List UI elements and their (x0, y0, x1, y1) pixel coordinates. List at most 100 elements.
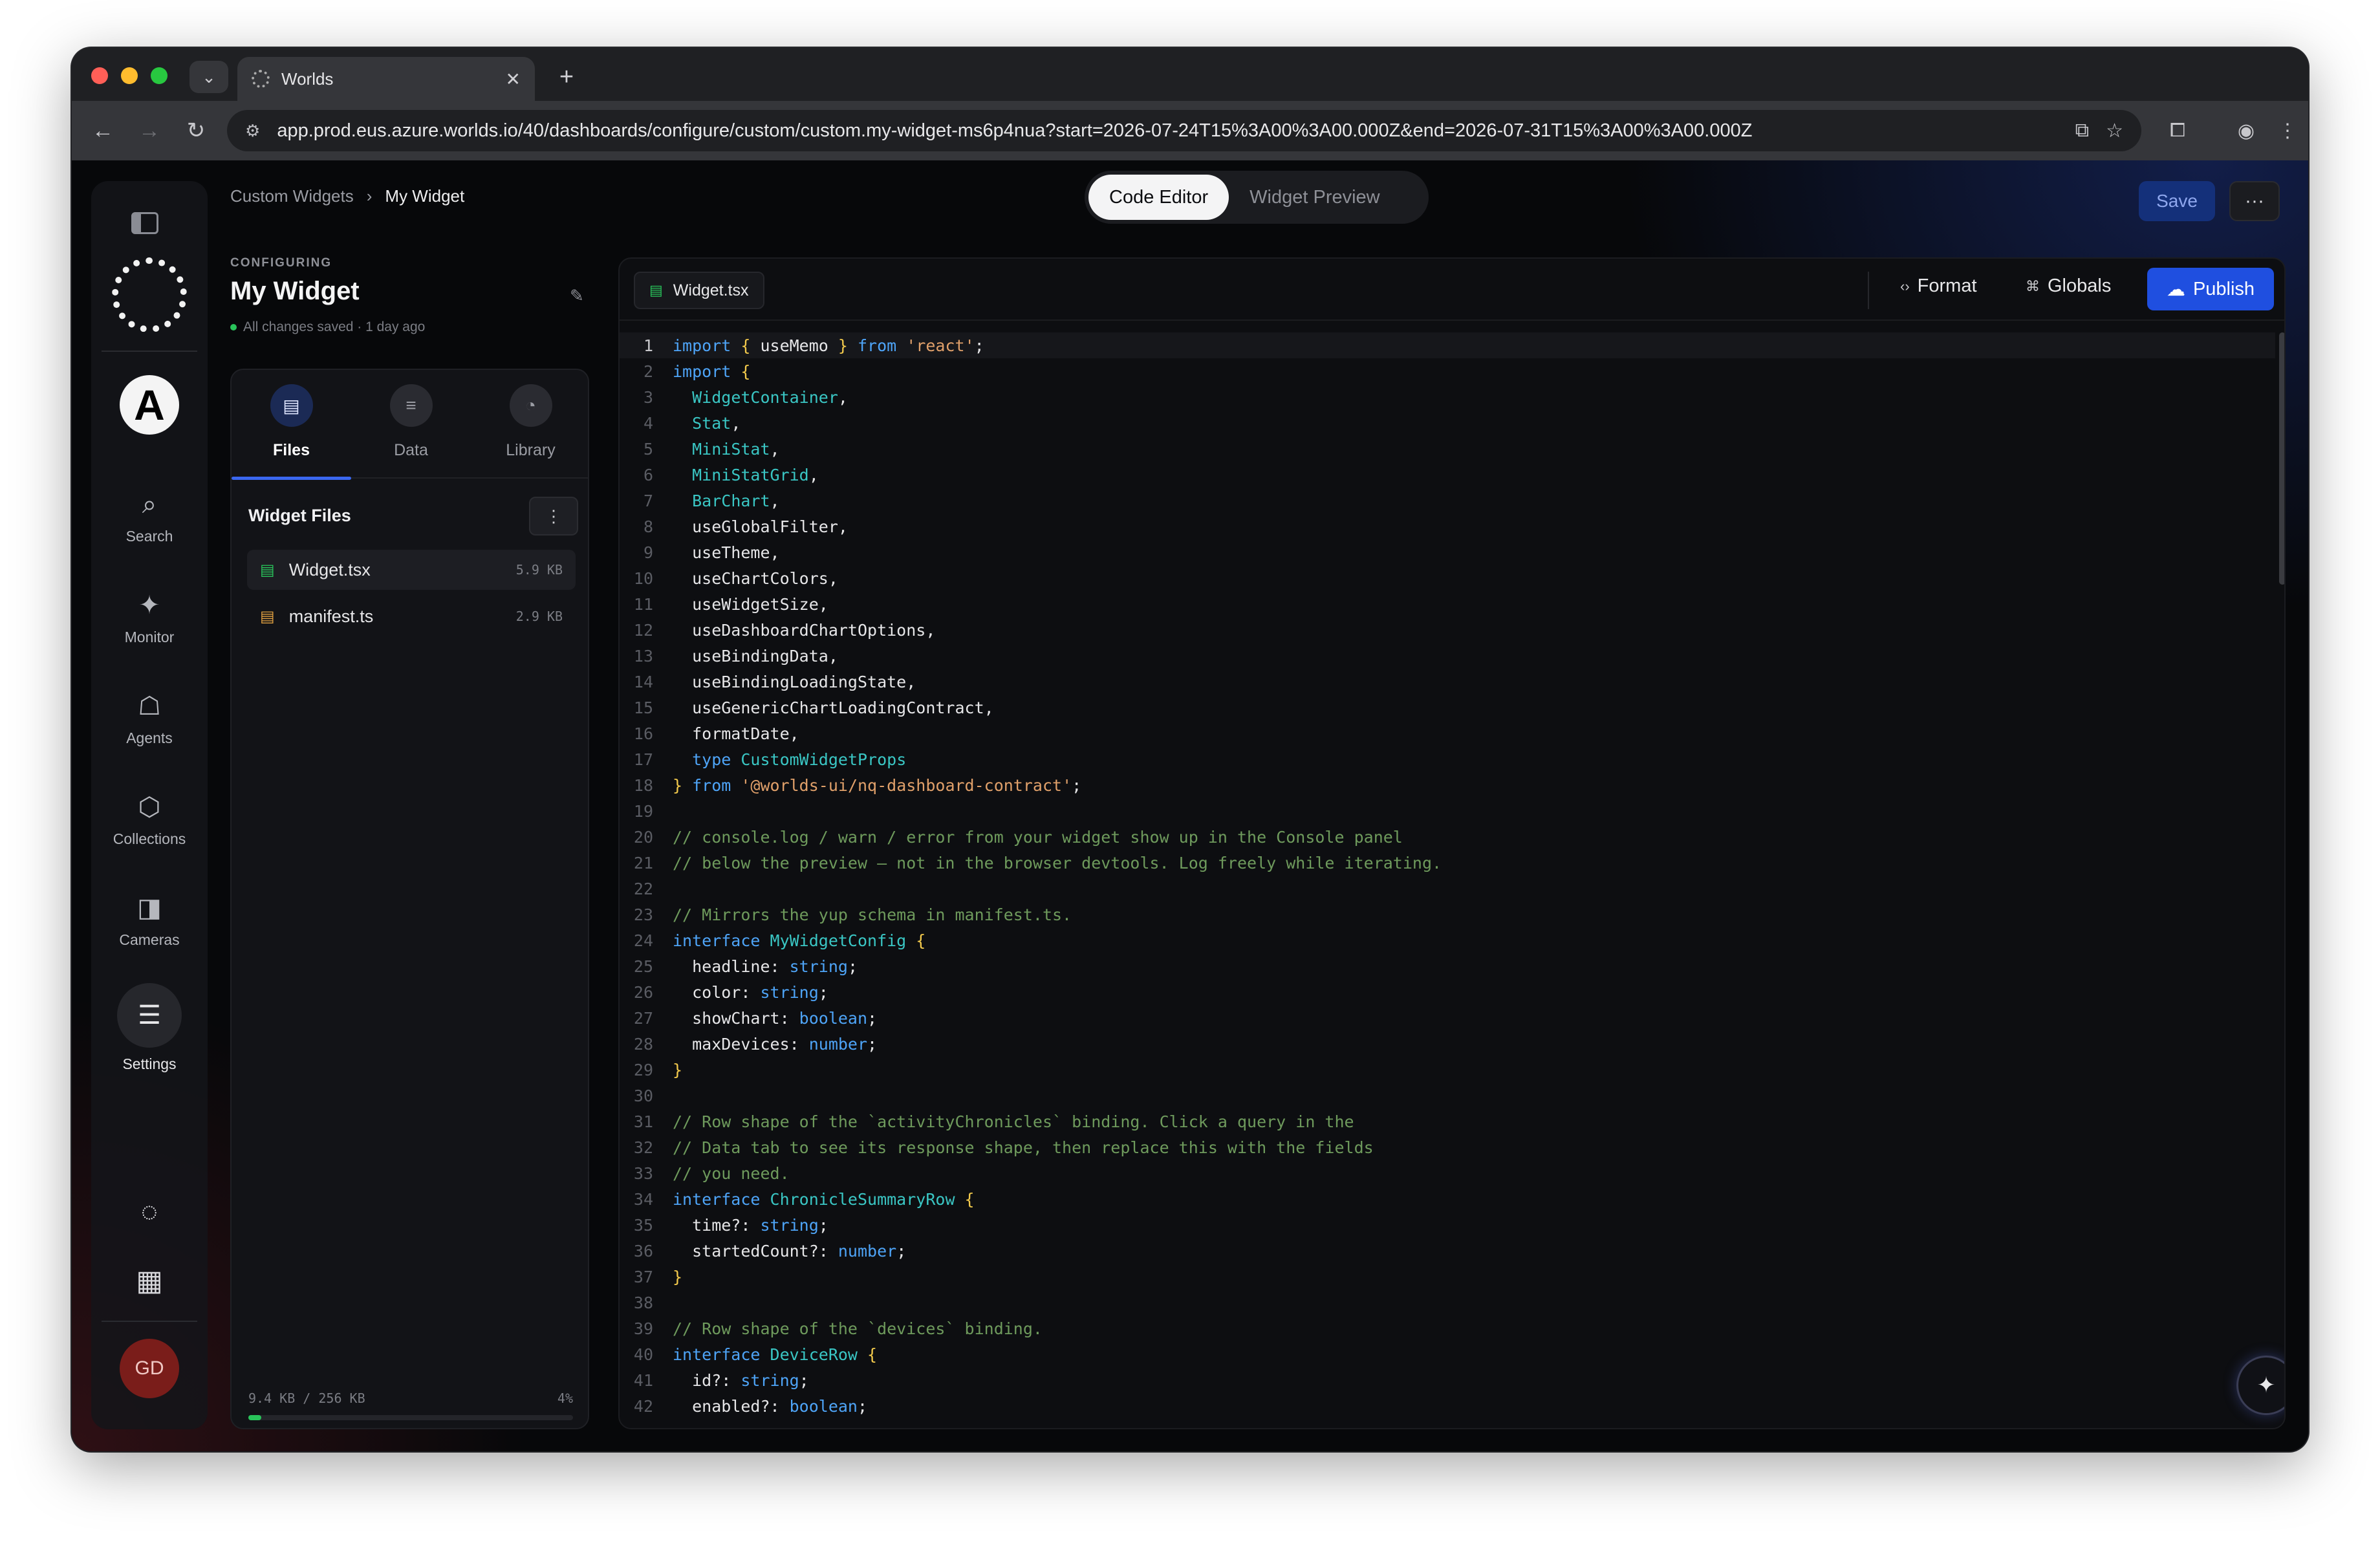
sidebar-toggle-icon[interactable] (131, 212, 158, 234)
code-line[interactable]: 2 import { (620, 358, 2275, 384)
code-line[interactable]: 8 useGlobalFilter, (620, 514, 2275, 539)
code-line[interactable]: 32 // Data tab to see its response shape,… (620, 1134, 2275, 1160)
code-line[interactable]: 13 useBindingData, (620, 643, 2275, 669)
loading-spinner-icon[interactable]: ◌ (133, 1195, 166, 1229)
code-line[interactable]: 33 // you need. (620, 1160, 2275, 1186)
file-row-manifest-ts[interactable]: ▤ manifest.ts 2.9 KB (247, 596, 576, 636)
code-token: time?: (673, 1215, 761, 1235)
reload-button[interactable]: ↻ (179, 114, 213, 147)
building-icon[interactable]: ▦ (133, 1264, 166, 1297)
code-line[interactable]: 38 (620, 1290, 2275, 1315)
code-token: ; (1072, 775, 1082, 795)
sidebar-item-settings[interactable]: ☰ Settings (91, 983, 208, 1073)
minimize-window-button[interactable] (121, 67, 138, 84)
code-line[interactable]: 40 interface DeviceRow { (620, 1341, 2275, 1367)
code-line[interactable]: 18} from '@worlds-ui/nq-dashboard-contra… (620, 772, 2275, 798)
sidebar-item-collections[interactable]: ⬡ Collections (91, 792, 208, 848)
code-token: id?: (673, 1370, 741, 1390)
code-line[interactable]: 4 Stat, (620, 410, 2275, 436)
user-avatar[interactable]: GD (120, 1339, 179, 1398)
edit-pencil-icon[interactable]: ✎ (570, 286, 584, 306)
tab-library[interactable]: ◔ Library (471, 384, 590, 479)
code-line[interactable]: 16 formatDate, (620, 720, 2275, 746)
code-line[interactable]: 23 // Mirrors the yup schema in manifest.… (620, 902, 2275, 927)
line-number: 20 (633, 827, 653, 847)
new-tab-button[interactable]: + (550, 61, 583, 93)
save-button[interactable]: Save (2139, 181, 2215, 221)
breadcrumb-current: My Widget (385, 186, 465, 206)
sidebar-item-agents[interactable]: ☖ Agents (91, 691, 208, 747)
bookmark-star-icon[interactable]: ☆ (2106, 120, 2123, 142)
close-window-button[interactable] (91, 67, 108, 84)
org-avatar[interactable]: A (120, 375, 179, 435)
code-line[interactable]: 30 (620, 1083, 2275, 1109)
code-line[interactable]: 25 headline: string; (620, 953, 2275, 979)
code-line[interactable]: 3 WidgetContainer, (620, 384, 2275, 410)
browser-menu-button[interactable]: ⋮ (2271, 114, 2304, 147)
tab-search-button[interactable]: ⌄ (189, 61, 228, 93)
code-line[interactable]: 24 interface MyWidgetConfig { (620, 927, 2275, 953)
code-line[interactable]: 41 id?: string; (620, 1367, 2275, 1393)
tab-widget-preview[interactable]: Widget Preview (1229, 175, 1400, 220)
code-line[interactable]: 42 enabled?: boolean; (620, 1393, 2275, 1419)
tab-files[interactable]: ▤ Files (232, 384, 351, 480)
code-lines[interactable]: 1 import { useMemo } from 'react'; 2 import… (620, 332, 2275, 1419)
maximize-window-button[interactable] (151, 67, 168, 84)
code-line[interactable]: 6 MiniStatGrid, (620, 462, 2275, 488)
sidebar-item-monitor[interactable]: ✦ Monitor (91, 590, 208, 646)
code-line[interactable]: 28 maxDevices: number; (620, 1031, 2275, 1057)
code-line[interactable]: 31 // Row shape of the `activityChronicle… (620, 1109, 2275, 1134)
url-text[interactable]: app.prod.eus.azure.worlds.io/40/dashboar… (277, 120, 2058, 142)
tab-data[interactable]: ≡ Data (351, 384, 471, 479)
breadcrumb-custom-widgets[interactable]: Custom Widgets (230, 186, 354, 206)
files-menu-button[interactable]: ⋮ (529, 497, 578, 536)
back-button[interactable]: ← (86, 114, 120, 147)
code-line[interactable]: 9 useTheme, (620, 539, 2275, 565)
extensions-button[interactable]: ⧠ (2161, 114, 2194, 147)
code-line[interactable]: 1 import { useMemo } from 'react'; (620, 332, 2275, 358)
code-line[interactable]: 21 // below the preview — not in the brow… (620, 850, 2275, 876)
close-tab-icon[interactable]: ✕ (506, 69, 521, 90)
code-line[interactable]: 11 useWidgetSize, (620, 591, 2275, 617)
profile-button[interactable]: ◉ (2229, 114, 2263, 147)
more-options-button[interactable]: ··· (2229, 181, 2280, 221)
code-token: { (741, 336, 761, 355)
code-line[interactable]: 22 (620, 876, 2275, 902)
sidebar-item-cameras[interactable]: ◨ Cameras (91, 892, 208, 949)
code-token: { (867, 1345, 878, 1364)
code-line[interactable]: 5 MiniStat, (620, 436, 2275, 462)
file-row-widget-tsx[interactable]: ▤ Widget.tsx 5.9 KB (247, 550, 576, 590)
code-line[interactable]: 29} (620, 1057, 2275, 1083)
line-number: 34 (633, 1189, 653, 1209)
site-settings-icon[interactable]: ⚙ (245, 121, 260, 141)
globals-button[interactable]: ⌘ Globals (2026, 276, 2111, 297)
worlds-logo-icon[interactable] (112, 257, 187, 332)
code-line[interactable]: 14 useBindingLoadingState, (620, 669, 2275, 695)
editor-scrollbar[interactable] (2279, 332, 2284, 585)
file-tab-widget-tsx[interactable]: ▤ Widget.tsx (634, 272, 764, 309)
code-line[interactable]: 17 type CustomWidgetProps (620, 746, 2275, 772)
address-bar[interactable]: ⚙ app.prod.eus.azure.worlds.io/40/dashbo… (227, 110, 2141, 151)
sidebar-item-search[interactable]: ⌕ Search (91, 489, 208, 545)
code-line[interactable]: 36 startedCount?: number; (620, 1238, 2275, 1264)
code-line[interactable]: 12 useDashboardChartOptions, (620, 617, 2275, 643)
format-button[interactable]: ‹› Format (1900, 276, 1977, 297)
code-line[interactable]: 15 useGenericChartLoadingContract, (620, 695, 2275, 720)
code-line[interactable]: 26 color: string; (620, 979, 2275, 1005)
code-line[interactable]: 7 BarChart, (620, 488, 2275, 514)
forward-button[interactable]: → (133, 114, 166, 147)
tab-code-editor[interactable]: Code Editor (1088, 175, 1229, 220)
code-line[interactable]: 10 useChartColors, (620, 565, 2275, 591)
code-line[interactable]: 39 // Row shape of the `devices` binding. (620, 1315, 2275, 1341)
publish-button[interactable]: ☁ Publish (2147, 268, 2274, 310)
code-line[interactable]: 37} (620, 1264, 2275, 1290)
code-line[interactable]: 20 // console.log / warn / error from you… (620, 824, 2275, 850)
code-line[interactable]: 34 interface ChronicleSummaryRow { (620, 1186, 2275, 1212)
code-line[interactable]: 35 time?: string; (620, 1212, 2275, 1238)
line-number: 19 (633, 801, 653, 821)
browser-tab[interactable]: Worlds ✕ (237, 57, 535, 101)
install-app-icon[interactable]: ⧉ (2075, 120, 2089, 142)
code-line[interactable]: 19 (620, 798, 2275, 824)
code-line[interactable]: 27 showChart: boolean; (620, 1005, 2275, 1031)
